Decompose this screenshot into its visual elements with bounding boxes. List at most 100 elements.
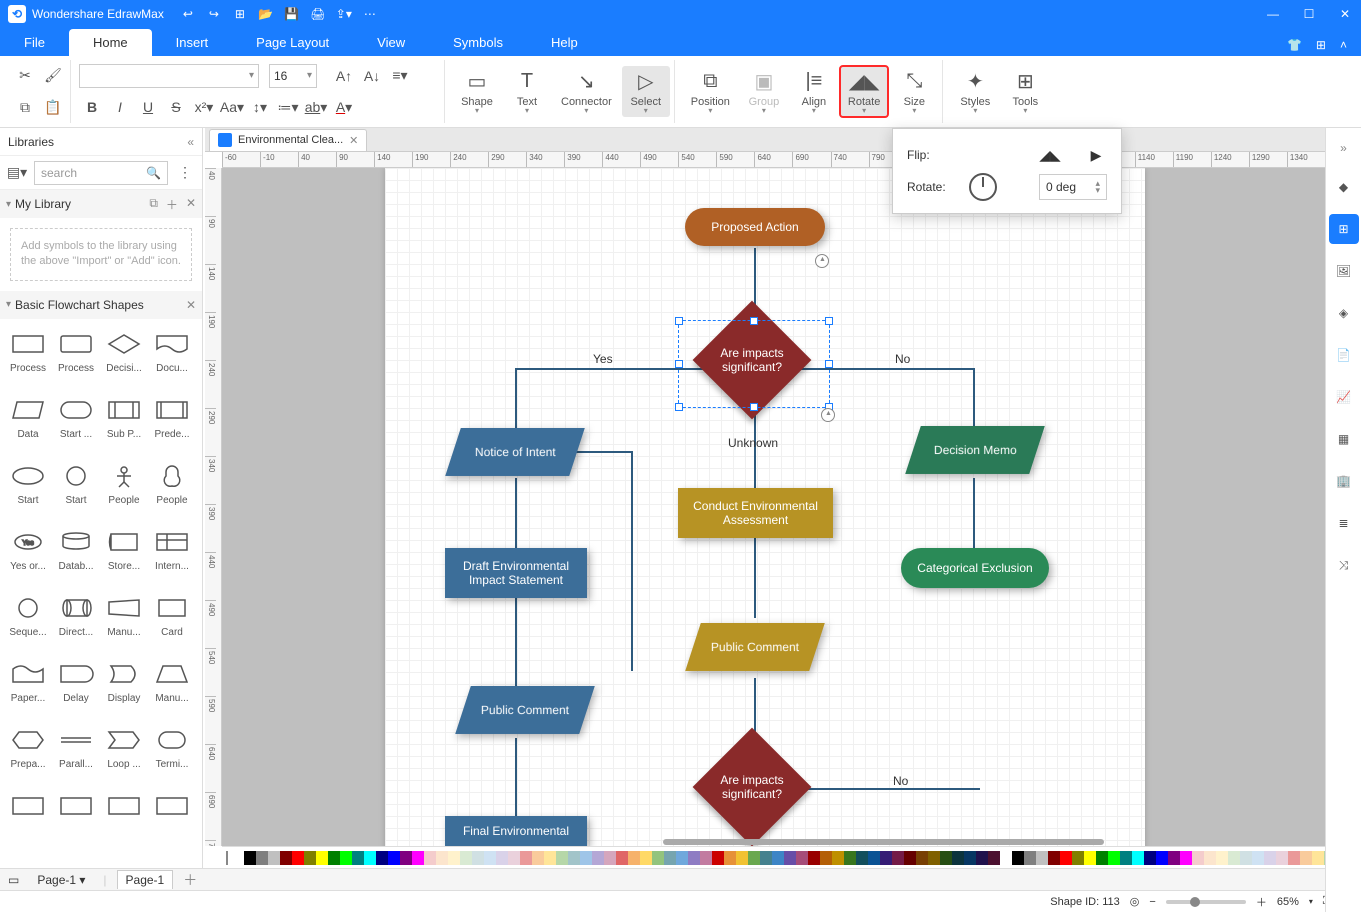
- shape-item[interactable]: People: [100, 457, 148, 523]
- color-swatch[interactable]: [832, 851, 844, 865]
- mylib-import-icon[interactable]: ⧉: [149, 196, 158, 213]
- color-swatch[interactable]: [700, 851, 712, 865]
- color-swatch[interactable]: [904, 851, 916, 865]
- shape-item[interactable]: [100, 787, 148, 853]
- color-swatch[interactable]: [1204, 851, 1216, 865]
- color-swatch[interactable]: [1096, 851, 1108, 865]
- size-button[interactable]: ⤡Size▾: [890, 66, 938, 117]
- spacing-icon[interactable]: ↕▾: [247, 94, 273, 120]
- color-swatch[interactable]: [1216, 851, 1228, 865]
- color-swatch[interactable]: [544, 851, 556, 865]
- color-swatch[interactable]: [808, 851, 820, 865]
- color-swatch[interactable]: [640, 851, 652, 865]
- mylib-add-icon[interactable]: ＋: [166, 196, 178, 213]
- shape-item[interactable]: Prede...: [148, 391, 196, 457]
- color-swatch[interactable]: [1084, 851, 1096, 865]
- color-swatch[interactable]: [820, 851, 832, 865]
- save-icon[interactable]: 💾: [282, 7, 302, 21]
- menu-help[interactable]: Help: [527, 29, 602, 56]
- zoom-out-icon[interactable]: −: [1149, 896, 1155, 908]
- color-swatch[interactable]: [796, 851, 808, 865]
- color-swatch[interactable]: [1300, 851, 1312, 865]
- page-props-icon[interactable]: 📄: [1329, 340, 1359, 370]
- decrease-font-icon[interactable]: A↓: [359, 63, 385, 89]
- color-swatch[interactable]: [376, 851, 388, 865]
- color-swatch[interactable]: [1228, 851, 1240, 865]
- shape-button[interactable]: ▭Shape▾: [453, 66, 501, 117]
- shape-item[interactable]: Loop ...: [100, 721, 148, 787]
- page-view-icon[interactable]: ▭: [8, 873, 19, 887]
- doc-tab-close-icon[interactable]: ✕: [349, 134, 358, 147]
- color-swatch[interactable]: [688, 851, 700, 865]
- grid-icon[interactable]: ⊞: [1316, 38, 1326, 52]
- no-color-swatch[interactable]: [226, 851, 228, 865]
- color-swatch[interactable]: [484, 851, 496, 865]
- underline-icon[interactable]: U: [135, 94, 161, 120]
- position-button[interactable]: ⧉Position▾: [683, 66, 738, 117]
- layout-icon[interactable]: ⊞: [1329, 214, 1359, 244]
- bullets-icon[interactable]: ≔▾: [275, 94, 301, 120]
- color-swatch[interactable]: [340, 851, 352, 865]
- color-swatch[interactable]: [664, 851, 676, 865]
- shape-item[interactable]: People: [148, 457, 196, 523]
- color-swatch[interactable]: [556, 851, 568, 865]
- image-icon[interactable]: 🖼: [1329, 256, 1359, 286]
- shape-item[interactable]: YesYes or...: [4, 523, 52, 589]
- shape-item[interactable]: Docu...: [148, 325, 196, 391]
- color-swatch[interactable]: [1024, 851, 1036, 865]
- color-swatch[interactable]: [304, 851, 316, 865]
- color-swatch[interactable]: [1048, 851, 1060, 865]
- mylib-header[interactable]: ▾ My Library ⧉ ＋ ✕: [0, 190, 202, 218]
- color-swatch[interactable]: [616, 851, 628, 865]
- styles-button[interactable]: ✦Styles▾: [951, 66, 999, 117]
- color-swatch[interactable]: [868, 851, 880, 865]
- collapse-ribbon-icon[interactable]: ˄: [1340, 38, 1347, 52]
- shape-item[interactable]: Display: [100, 655, 148, 721]
- color-swatch[interactable]: [592, 851, 604, 865]
- fill-icon[interactable]: ◆: [1329, 172, 1359, 202]
- color-swatch[interactable]: [712, 851, 724, 865]
- color-swatch[interactable]: [928, 851, 940, 865]
- add-page-icon[interactable]: ＋: [183, 870, 197, 890]
- zoom-slider[interactable]: [1166, 900, 1246, 904]
- color-swatch[interactable]: [916, 851, 928, 865]
- color-swatch[interactable]: [856, 851, 868, 865]
- target-icon[interactable]: ◎: [1130, 895, 1140, 908]
- color-swatch[interactable]: [940, 851, 952, 865]
- color-swatch[interactable]: [964, 851, 976, 865]
- copy-icon[interactable]: ⧉: [12, 94, 38, 120]
- shape-item[interactable]: Datab...: [52, 523, 100, 589]
- color-swatch[interactable]: [1180, 851, 1192, 865]
- color-swatch[interactable]: [736, 851, 748, 865]
- color-swatch[interactable]: [256, 851, 268, 865]
- color-swatch[interactable]: [400, 851, 412, 865]
- node-decision-memo[interactable]: Decision Memo: [905, 426, 1045, 474]
- zoom-in-icon[interactable]: ＋: [1256, 894, 1267, 910]
- color-swatch[interactable]: [580, 851, 592, 865]
- node-conduct-ea[interactable]: Conduct Environmental Assessment: [678, 488, 833, 538]
- align-text-icon[interactable]: ≡▾: [387, 63, 413, 89]
- color-swatch[interactable]: [676, 851, 688, 865]
- shape-item[interactable]: [52, 787, 100, 853]
- shape-item[interactable]: Sub P...: [100, 391, 148, 457]
- color-swatch[interactable]: [628, 851, 640, 865]
- shape-item[interactable]: Intern...: [148, 523, 196, 589]
- collapse-libraries-icon[interactable]: «: [187, 135, 194, 149]
- color-swatch[interactable]: [568, 851, 580, 865]
- shape-item[interactable]: Store...: [100, 523, 148, 589]
- close-icon[interactable]: ✕: [1337, 7, 1353, 21]
- shape-item[interactable]: Termi...: [148, 721, 196, 787]
- color-swatch[interactable]: [1192, 851, 1204, 865]
- font-size-select[interactable]: 16▾: [269, 64, 317, 88]
- color-swatch[interactable]: [1252, 851, 1264, 865]
- connector-hint-icon[interactable]: [815, 254, 829, 268]
- flip-horizontal-icon[interactable]: ◢◣: [1039, 144, 1061, 166]
- format-painter-icon[interactable]: 🖌: [40, 63, 66, 89]
- color-swatch[interactable]: [448, 851, 460, 865]
- menu-home[interactable]: Home: [69, 29, 152, 56]
- shape-item[interactable]: Start: [4, 457, 52, 523]
- print-icon[interactable]: 🖨: [308, 7, 328, 21]
- color-swatch[interactable]: [724, 851, 736, 865]
- color-swatch[interactable]: [1060, 851, 1072, 865]
- node-cat-exclusion[interactable]: Categorical Exclusion: [901, 548, 1049, 588]
